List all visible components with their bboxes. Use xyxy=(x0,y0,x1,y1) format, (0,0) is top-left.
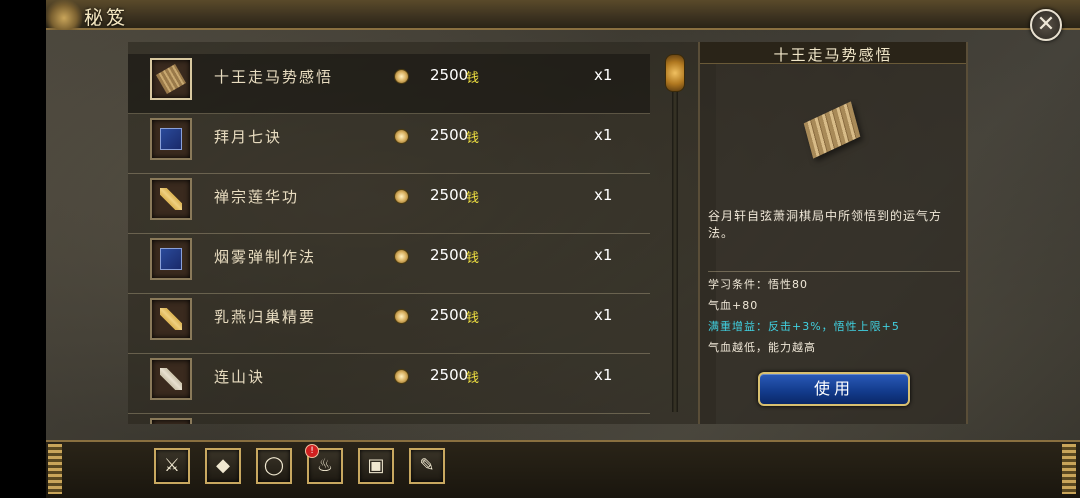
coin-icon xyxy=(394,309,409,324)
blue-book-icon xyxy=(160,128,182,150)
bamboo-scroll-icon xyxy=(155,63,187,95)
learn-requirement: 学习条件：悟性80 xyxy=(708,278,808,291)
item-name: 乳燕归巢精要 xyxy=(214,308,317,326)
close-icon: ✕ xyxy=(1036,12,1056,37)
item-price: 2500 xyxy=(430,126,469,144)
scrollbar-thumb[interactable] xyxy=(665,54,685,92)
item-currency: 钱 xyxy=(466,131,480,146)
tab-accessory[interactable]: ◯ xyxy=(256,448,292,484)
scrollbar-track[interactable] xyxy=(672,68,678,412)
list-item[interactable]: 烟雾弹制作法 2500 钱 x1 xyxy=(128,234,650,294)
item-price: 2500 xyxy=(430,246,469,264)
chest-icon: ▣ xyxy=(367,455,385,476)
sword-icon: ⚔ xyxy=(163,455,181,476)
ornament-icon xyxy=(48,444,62,494)
list-item[interactable] xyxy=(128,414,650,424)
list-item[interactable]: 连山诀 2500 钱 x1 xyxy=(128,354,650,414)
item-icon-frame xyxy=(150,418,192,424)
item-currency: 钱 xyxy=(466,371,480,386)
item-price: 2500 xyxy=(430,366,469,384)
item-icon-frame xyxy=(150,118,192,160)
detail-note: 气血越低，能力越高 xyxy=(708,341,816,354)
item-currency: 钱 xyxy=(466,191,480,206)
ring-icon: ◯ xyxy=(263,455,285,476)
item-icon-frame xyxy=(150,298,192,340)
item-list: 十王走马势感悟 2500 钱 x1 拜月七诀 2500 钱 x1 禅宗莲华功 2… xyxy=(128,54,650,424)
tab-chest[interactable]: ▣ xyxy=(358,448,394,484)
ornament-icon xyxy=(1062,444,1076,494)
item-quantity: x1 xyxy=(594,186,613,204)
item-name: 拜月七诀 xyxy=(214,128,283,146)
item-detail-panel: 十王走马势感悟 谷月轩自弦萧洞棋局中所领悟到的运气方法。 学习条件：悟性80 气… xyxy=(698,42,968,424)
blue-book-icon xyxy=(160,248,182,270)
tab-manual[interactable]: ✎ xyxy=(409,448,445,484)
item-quantity: x1 xyxy=(594,126,613,144)
item-list-panel: 十王走马势感悟 2500 钱 x1 拜月七诀 2500 钱 x1 禅宗莲华功 2… xyxy=(128,42,716,424)
list-item[interactable]: 禅宗莲华功 2500 钱 x1 xyxy=(128,174,650,234)
tab-armor[interactable]: ◆ xyxy=(205,448,241,484)
bottom-toolbar: ⚔ ◆ ◯ ♨ ! ▣ ✎ xyxy=(46,440,1080,498)
item-currency: 钱 xyxy=(466,311,480,326)
coin-icon xyxy=(394,129,409,144)
window-title: 秘笈 xyxy=(84,7,129,29)
close-button[interactable]: ✕ xyxy=(1030,9,1062,41)
item-price: 2500 xyxy=(430,306,469,324)
item-icon-frame xyxy=(150,238,192,280)
item-icon-frame xyxy=(150,358,192,400)
coin-icon xyxy=(394,189,409,204)
white-scroll-icon xyxy=(160,368,182,390)
tab-weapon[interactable]: ⚔ xyxy=(154,448,190,484)
item-quantity: x1 xyxy=(594,66,613,84)
detail-title: 十王走马势感悟 xyxy=(773,46,893,64)
item-icon-frame xyxy=(150,178,192,220)
coin-icon xyxy=(394,249,409,264)
item-currency: 钱 xyxy=(466,251,480,266)
detail-header: 十王走马势感悟 xyxy=(700,42,966,64)
list-item[interactable]: 拜月七诀 2500 钱 x1 xyxy=(128,114,650,174)
list-item[interactable]: 十王走马势感悟 2500 钱 x1 xyxy=(128,54,650,114)
gold-scroll-icon xyxy=(160,308,182,330)
item-currency: 钱 xyxy=(466,71,480,86)
armor-icon: ◆ xyxy=(216,455,230,476)
use-button[interactable]: 使用 xyxy=(758,372,910,406)
item-name: 烟雾弹制作法 xyxy=(214,248,317,266)
item-name: 十王走马势感悟 xyxy=(214,68,334,86)
bamboo-roll-image xyxy=(803,101,861,159)
item-quantity: x1 xyxy=(594,366,613,384)
title-ornament-icon xyxy=(46,0,82,30)
list-item[interactable]: 乳燕归巢精要 2500 钱 x1 xyxy=(128,294,650,354)
item-icon-frame xyxy=(150,58,192,100)
detail-description: 谷月轩自弦萧洞棋局中所领悟到的运气方法。 xyxy=(708,209,943,240)
item-name: 禅宗莲华功 xyxy=(214,188,300,206)
stat-bonus: 气血+80 xyxy=(708,299,759,312)
title-bar: 秘笈 xyxy=(46,0,1080,30)
item-name: 连山诀 xyxy=(214,368,266,386)
scroll-icon: ✎ xyxy=(419,455,435,476)
tab-consumable[interactable]: ♨ ! xyxy=(305,444,343,484)
item-price: 2500 xyxy=(430,186,469,204)
full-bonus: 满重增益：反击+3%，悟性上限+5 xyxy=(708,320,900,333)
item-price: 2500 xyxy=(430,66,469,84)
item-quantity: x1 xyxy=(594,246,613,264)
game-screen: 秘笈 ✕ 十王走马势感悟 2500 钱 x1 拜月七诀 2500 钱 x1 禅宗… xyxy=(46,0,1080,498)
item-quantity: x1 xyxy=(594,306,613,324)
coin-icon xyxy=(394,369,409,384)
bamboo-scroll-icon xyxy=(794,101,874,162)
gold-scroll-icon xyxy=(160,188,182,210)
coin-icon xyxy=(394,69,409,84)
divider xyxy=(708,271,960,272)
notification-badge: ! xyxy=(305,444,319,458)
